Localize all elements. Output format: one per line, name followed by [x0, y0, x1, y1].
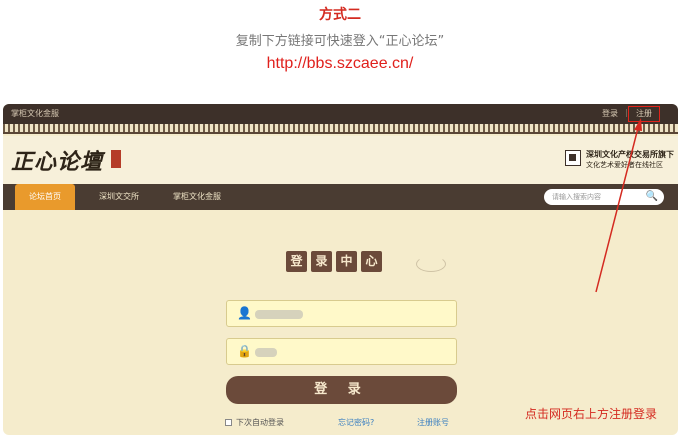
annotation-arrow-icon — [595, 118, 642, 293]
